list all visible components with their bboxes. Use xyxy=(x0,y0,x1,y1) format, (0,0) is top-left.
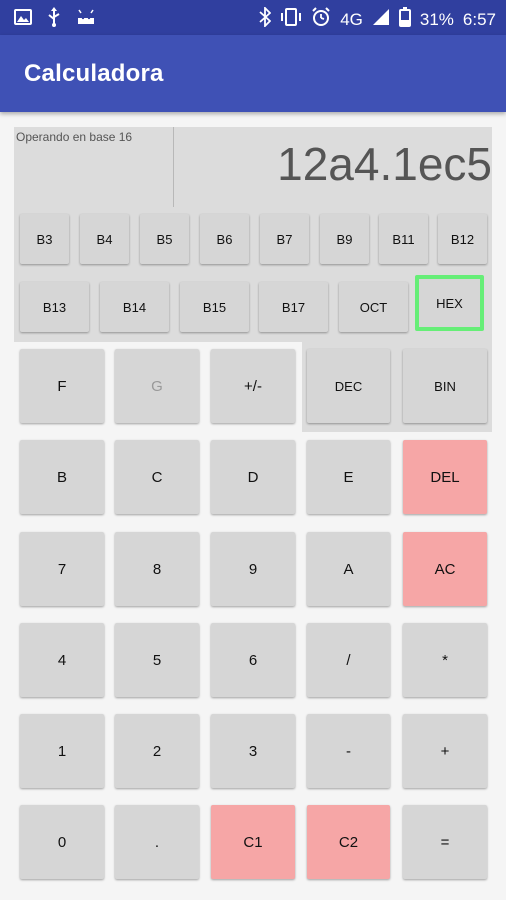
battery-icon xyxy=(398,7,411,32)
key-1-button[interactable]: 1 xyxy=(20,714,104,788)
battery-percent: 31% xyxy=(419,9,454,29)
base-b15-button[interactable]: B15 xyxy=(180,282,249,332)
base-b12-button[interactable]: B12 xyxy=(438,214,487,264)
network-type: 4G xyxy=(340,9,363,29)
all-clear-button[interactable]: AC xyxy=(403,532,487,606)
key-e-button[interactable]: E xyxy=(307,440,390,514)
add-button[interactable]: + xyxy=(403,714,487,788)
convert-bin-button[interactable]: BIN xyxy=(403,349,487,423)
base-b14-button[interactable]: B14 xyxy=(100,282,169,332)
base-b7-button[interactable]: B7 xyxy=(260,214,309,264)
clock-time: 6:57 xyxy=(462,9,496,29)
base-b4-button[interactable]: B4 xyxy=(80,214,129,264)
image-icon xyxy=(14,8,32,31)
key-6-button[interactable]: 6 xyxy=(211,623,295,697)
usb-icon xyxy=(46,7,62,32)
app-bar: Calculadora xyxy=(0,35,506,112)
key-8-button[interactable]: 8 xyxy=(115,532,199,606)
key-4-button[interactable]: 4 xyxy=(20,623,104,697)
base-b3-button[interactable]: B3 xyxy=(20,214,69,264)
base-b17-button[interactable]: B17 xyxy=(259,282,328,332)
base-b13-button[interactable]: B13 xyxy=(20,282,89,332)
base-info-box: Operando en base 16 xyxy=(14,127,174,207)
key-2-button[interactable]: 2 xyxy=(115,714,199,788)
key-f-button[interactable]: F xyxy=(20,349,104,423)
key-d-button[interactable]: D xyxy=(211,440,295,514)
display: 12a4.1ec5 xyxy=(172,127,492,207)
delete-button[interactable]: DEL xyxy=(403,440,487,514)
base-info-label: Operando en base 16 xyxy=(16,130,133,144)
decimal-point-button[interactable]: . xyxy=(115,805,199,879)
convert-dec-button[interactable]: DEC xyxy=(307,349,390,423)
key-a-button[interactable]: A xyxy=(307,532,390,606)
status-bar-right: 4G 31% 6:57 xyxy=(259,5,496,32)
base-b11-button[interactable]: B11 xyxy=(379,214,428,264)
app-title: Calculadora xyxy=(24,60,164,87)
display-value: 12a4.1ec5 xyxy=(277,138,492,190)
subtract-button[interactable]: - xyxy=(307,714,390,788)
multiply-button[interactable]: * xyxy=(403,623,487,697)
base-b6-button[interactable]: B6 xyxy=(200,214,249,264)
key-3-button[interactable]: 3 xyxy=(211,714,295,788)
equals-button[interactable]: = xyxy=(403,805,487,879)
key-5-button[interactable]: 5 xyxy=(115,623,199,697)
key-9-button[interactable]: 9 xyxy=(211,532,295,606)
divide-button[interactable]: / xyxy=(307,623,390,697)
key-0-button[interactable]: 0 xyxy=(20,805,104,879)
signal-icon xyxy=(372,8,390,31)
key-sign-toggle-button[interactable]: +/- xyxy=(211,349,295,423)
key-g-button[interactable]: G xyxy=(115,349,199,423)
base-b9-button[interactable]: B9 xyxy=(320,214,369,264)
alarm-icon xyxy=(311,7,331,32)
complement-1-button[interactable]: C1 xyxy=(211,805,295,879)
complement-2-button[interactable]: C2 xyxy=(307,805,390,879)
key-b-button[interactable]: B xyxy=(20,440,104,514)
vibrate-icon xyxy=(280,7,302,32)
base-oct-button[interactable]: OCT xyxy=(339,282,408,332)
base-b5-button[interactable]: B5 xyxy=(140,214,189,264)
status-bar: 4G 31% 6:57 xyxy=(0,0,506,35)
bluetooth-icon xyxy=(259,5,272,32)
key-7-button[interactable]: 7 xyxy=(20,532,104,606)
status-bar-left xyxy=(14,7,96,32)
base-hex-button[interactable]: HEX xyxy=(415,275,484,331)
key-c-button[interactable]: C xyxy=(115,440,199,514)
android-icon xyxy=(76,8,96,31)
